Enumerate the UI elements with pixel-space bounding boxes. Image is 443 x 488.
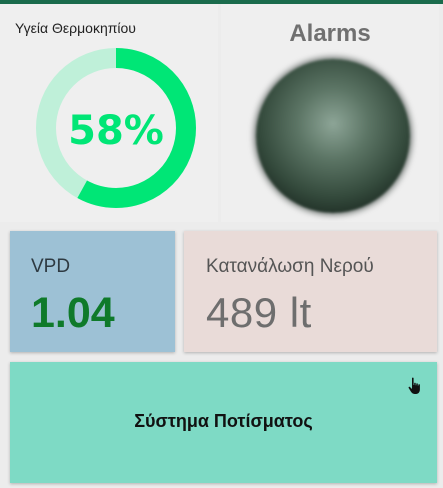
water-consumption-tile: Κατανάλωση Νερού 489 lt (184, 231, 437, 352)
irrigation-system-label: Σύστημα Ποτίσματος (134, 411, 313, 431)
hand-pointer-icon (408, 377, 420, 394)
vpd-tile: VPD 1.04 (10, 231, 175, 352)
water-consumption-value: 489 lt (206, 289, 312, 336)
alarms-tile: Alarms (221, 4, 439, 222)
alarm-led-indicator (256, 59, 410, 213)
vpd-label: VPD (31, 256, 71, 277)
alarms-title: Alarms (289, 20, 371, 47)
health-gauge: 58% (36, 48, 196, 208)
water-consumption-label: Κατανάλωση Νερού (206, 256, 374, 277)
gauge-value: 58% (68, 108, 164, 154)
greenhouse-health-tile: Υγεία Θερμοκηπίου 58% (0, 4, 218, 222)
irrigation-system-button[interactable]: Σύστημα Ποτίσματος (10, 362, 437, 483)
vpd-value: 1.04 (31, 289, 115, 337)
